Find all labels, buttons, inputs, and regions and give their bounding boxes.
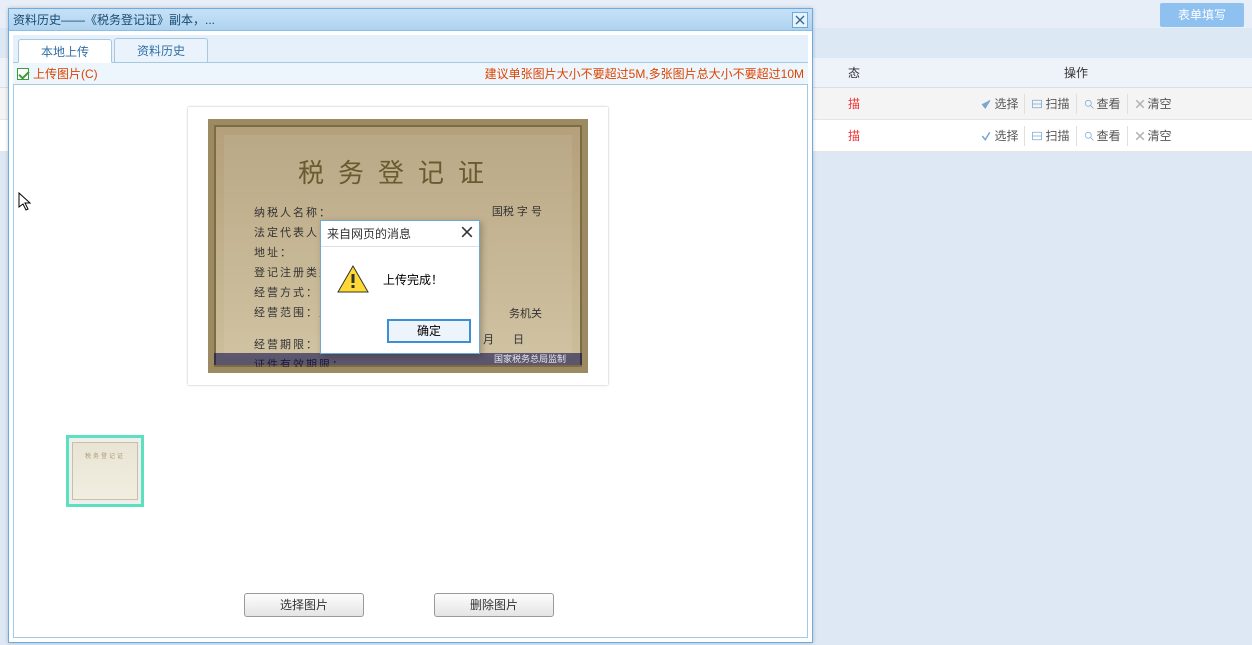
op-scan[interactable]: 扫描	[1024, 126, 1075, 146]
close-icon[interactable]	[792, 12, 808, 28]
op-select-label: 选择	[994, 127, 1018, 144]
alert-title-text: 来自网页的消息	[327, 225, 411, 242]
op-clear-label: 清空	[1148, 95, 1172, 112]
delete-image-button[interactable]: 删除图片	[434, 593, 554, 617]
select-image-button[interactable]: 选择图片	[244, 593, 364, 617]
op-select[interactable]: 选择	[974, 94, 1024, 114]
op-view[interactable]: 查看	[1076, 126, 1127, 146]
op-view-label: 查看	[1097, 127, 1121, 144]
warning-icon	[337, 265, 369, 293]
row-ops: 选择 扫描 查看 清空	[900, 94, 1252, 114]
op-select-label: 选择	[994, 95, 1018, 112]
op-select[interactable]: 选择	[974, 126, 1024, 146]
alert-titlebar: 来自网页的消息	[321, 221, 479, 247]
check-icon	[17, 68, 29, 80]
form-tab-button[interactable]: 表单填写	[1160, 3, 1244, 27]
close-icon[interactable]	[461, 226, 473, 241]
cert-org: 务机关	[509, 305, 542, 321]
alert-dialog: 来自网页的消息 上传完成！ 确定	[320, 220, 480, 354]
alert-body: 上传完成！	[321, 247, 479, 313]
alert-ok-button[interactable]: 确定	[387, 319, 471, 343]
bg-head-ops: 操作	[900, 64, 1252, 81]
upload-stage: 税务登记证 国税 字 号 纳税人名称： 法定代表人： 地址： 登记注册类型： 经…	[13, 85, 808, 638]
op-clear-label: 清空	[1148, 127, 1172, 144]
cert-title: 税务登记证	[224, 153, 572, 190]
upload-subbar: 上传图片(C) 建议单张图片大小不要超过5M,多张图片总大小不要超过10M	[13, 63, 808, 85]
cert-date: 月 日	[483, 331, 532, 347]
op-scan[interactable]: 扫描	[1024, 94, 1075, 114]
thumbnail-image: 税务登记证	[72, 442, 138, 500]
op-scan-label: 扫描	[1045, 95, 1069, 112]
tab-local-upload[interactable]: 本地上传	[18, 39, 112, 63]
op-scan-label: 扫描	[1045, 127, 1069, 144]
cert-footer: 国家税务总局监制	[494, 352, 566, 365]
upload-hint: 建议单张图片大小不要超过5M,多张图片总大小不要超过10M	[485, 65, 804, 82]
cursor-icon	[18, 192, 32, 212]
op-clear[interactable]: 清空	[1127, 94, 1178, 114]
op-view[interactable]: 查看	[1076, 94, 1127, 114]
alert-message: 上传完成！	[383, 271, 443, 288]
upload-link-label: 上传图片(C)	[33, 65, 98, 82]
op-view-label: 查看	[1097, 95, 1121, 112]
op-clear[interactable]: 清空	[1127, 126, 1178, 146]
row-ops: 选择 扫描 查看 清空	[900, 126, 1252, 146]
modal-titlebar: 资料历史——《税务登记证》副本，...	[9, 9, 812, 31]
tab-history[interactable]: 资料历史	[114, 38, 208, 62]
modal-tabs: 本地上传 资料历史	[13, 35, 808, 63]
upload-link[interactable]: 上传图片(C)	[17, 65, 98, 82]
modal-title-text: 资料历史——《税务登记证》副本，...	[13, 11, 215, 28]
cert-serial: 国税 字 号	[492, 203, 542, 219]
thumbnail[interactable]: 税务登记证	[66, 435, 144, 507]
